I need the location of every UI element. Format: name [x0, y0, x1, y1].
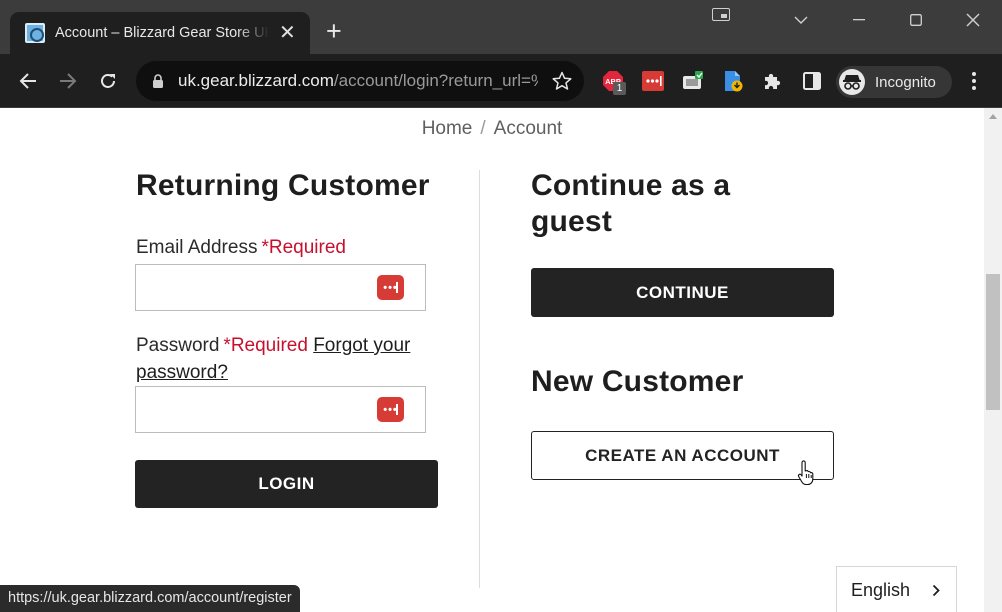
- chevron-down-icon: [794, 16, 808, 24]
- password-manager-icon: [642, 71, 664, 91]
- email-label-text: Email Address: [136, 237, 258, 258]
- language-label: English: [851, 580, 911, 600]
- scroll-up-arrow-icon[interactable]: [989, 114, 997, 119]
- breadcrumb: Home / Account: [0, 118, 984, 140]
- password-label-text: Password: [136, 335, 220, 356]
- back-button[interactable]: [14, 67, 42, 95]
- breadcrumb-separator: /: [480, 118, 486, 139]
- continue-button[interactable]: CONTINUE: [531, 268, 834, 317]
- tab-close-icon[interactable]: ✕: [279, 23, 296, 43]
- side-panel-icon: [803, 72, 821, 90]
- breadcrumb-current: Account: [493, 118, 563, 139]
- language-selector[interactable]: English: [836, 566, 957, 612]
- new-customer-heading: New Customer: [531, 365, 744, 398]
- reload-icon: [101, 74, 115, 88]
- password-manager-fill-icon[interactable]: •••: [377, 275, 404, 300]
- screen-capture-extension-button[interactable]: [680, 68, 706, 94]
- breadcrumb-home-link[interactable]: Home: [422, 118, 473, 139]
- url-host: uk.gear.blizzard.com: [178, 71, 334, 90]
- password-manager-fill-icon[interactable]: •••: [377, 397, 404, 422]
- document-download-icon: [725, 71, 743, 92]
- incognito-icon: [839, 69, 865, 95]
- column-divider: [479, 170, 480, 588]
- returning-customer-heading: Returning Customer: [136, 169, 430, 202]
- password-label: Password *Required Forgot your password?: [136, 332, 436, 386]
- create-account-button[interactable]: CREATE AN ACCOUNT: [531, 431, 834, 480]
- document-extension-button[interactable]: [720, 68, 746, 94]
- more-vertical-icon: [972, 72, 976, 90]
- extensions-button[interactable]: [759, 68, 785, 94]
- profile-label: Incognito: [875, 73, 936, 91]
- password-input[interactable]: [136, 387, 366, 432]
- email-input[interactable]: [136, 265, 366, 310]
- browser-toolbar: uk.gear.blizzard.com/account/login?retur…: [0, 54, 1002, 108]
- email-label: Email Address *Required: [136, 237, 346, 259]
- incognito-profile-button[interactable]: Incognito: [836, 66, 952, 98]
- browser-tab[interactable]: Account – Blizzard Gear Store UK ✕: [10, 12, 310, 54]
- browser-menu-button[interactable]: [962, 69, 986, 93]
- chevron-right-icon: [932, 584, 940, 597]
- password-required-text: *Required: [223, 335, 308, 356]
- password-manager-extension-button[interactable]: [640, 68, 666, 94]
- lock-icon[interactable]: [152, 73, 164, 89]
- site-favicon-icon: [25, 23, 45, 43]
- address-bar[interactable]: uk.gear.blizzard.com/account/login?retur…: [136, 61, 584, 101]
- side-panel-button[interactable]: [799, 68, 825, 94]
- close-window-button[interactable]: [944, 0, 1002, 40]
- link-status-bar: https://uk.gear.blizzard.com/account/reg…: [0, 585, 300, 612]
- reload-button[interactable]: [94, 67, 122, 95]
- arrow-left-icon: [19, 73, 36, 89]
- minimize-button[interactable]: [830, 0, 888, 40]
- bookmark-star-icon[interactable]: [552, 71, 572, 91]
- email-field-container: •••: [135, 264, 426, 311]
- forward-button[interactable]: [54, 67, 82, 95]
- adblock-count-badge: 1: [613, 82, 626, 95]
- arrow-right-icon: [60, 73, 77, 89]
- tab-strip: Account – Blizzard Gear Store UK ✕ +: [0, 0, 1002, 54]
- email-required-text: *Required: [261, 237, 346, 258]
- password-field-container: •••: [135, 386, 426, 433]
- media-controls-icon[interactable]: [712, 8, 730, 21]
- adblock-extension-button[interactable]: ABP 1: [600, 68, 626, 95]
- url-path: /account/login?return_url=%2Faccount: [333, 71, 538, 90]
- maximize-button[interactable]: [887, 0, 945, 40]
- scrollbar-thumb[interactable]: [986, 274, 1000, 410]
- url-text[interactable]: uk.gear.blizzard.com/account/login?retur…: [178, 71, 538, 91]
- tab-search-button[interactable]: [772, 0, 830, 40]
- screen-capture-icon: [683, 71, 703, 89]
- page-scrollbar[interactable]: [984, 108, 1002, 612]
- tab-title: Account – Blizzard Gear Store UK: [55, 25, 269, 41]
- puzzle-icon: [765, 73, 781, 89]
- new-tab-button[interactable]: +: [326, 18, 342, 45]
- guest-heading: Continue as a guest: [531, 169, 731, 238]
- login-button[interactable]: LOGIN: [135, 460, 438, 508]
- page-content: Home / Account Returning Customer Email Ad…: [0, 108, 984, 612]
- hand-cursor-icon: [797, 460, 814, 486]
- maximize-icon: [910, 14, 922, 26]
- minimize-icon: [853, 19, 865, 21]
- close-icon: [966, 13, 980, 27]
